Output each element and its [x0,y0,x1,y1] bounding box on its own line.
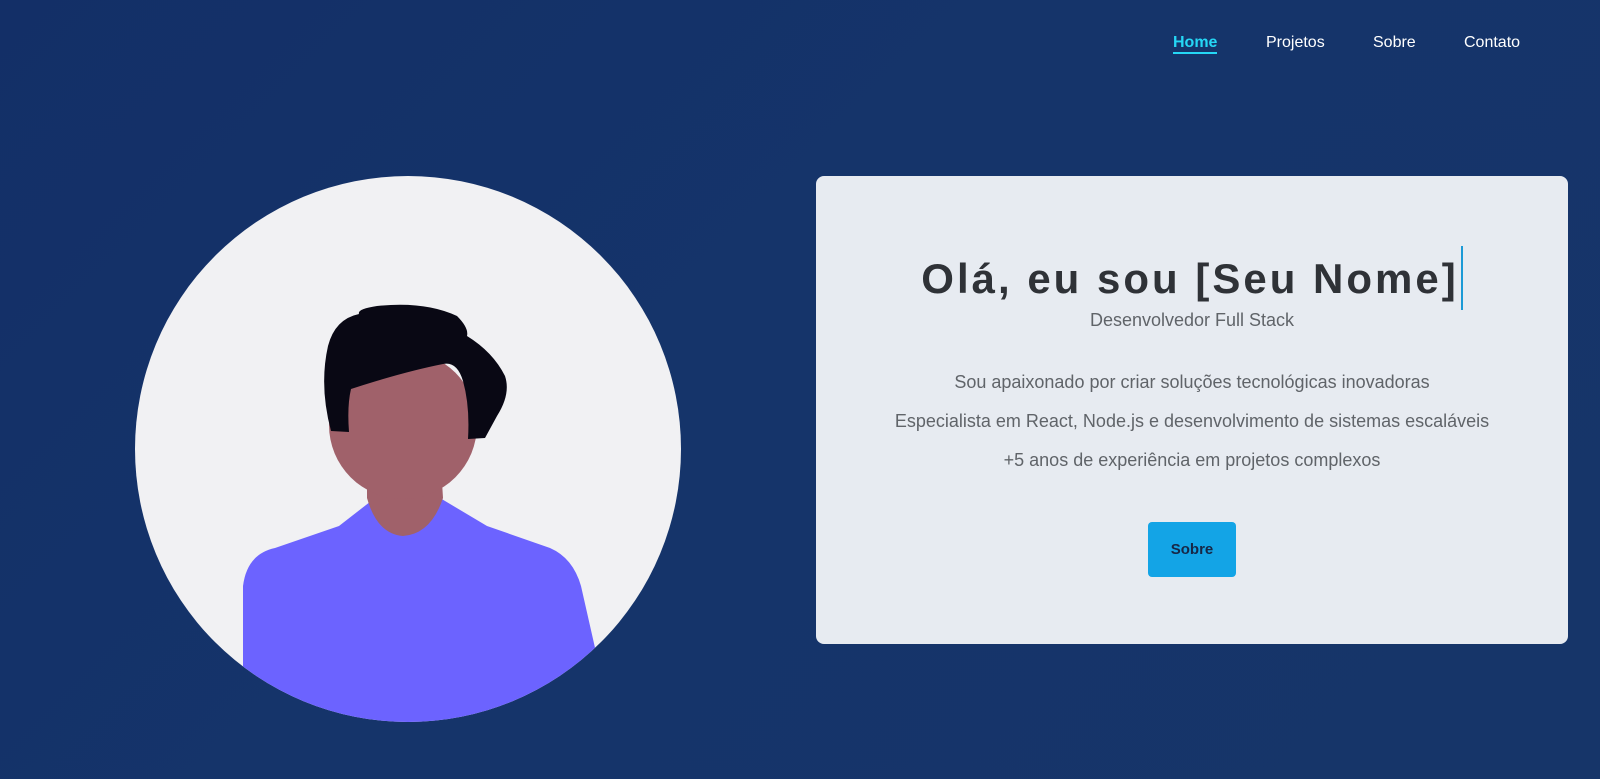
sobre-button[interactable]: Sobre [1148,522,1236,577]
nav-link-home[interactable]: Home [1173,34,1218,54]
hero-title-text: Olá, eu sou [Seu Nome] [921,255,1459,303]
nav-link-contato[interactable]: Contato [1464,34,1520,52]
hero-description-list: Sou apaixonado por criar soluções tecnol… [816,371,1568,488]
hero-subtitle: Desenvolvedor Full Stack [1089,310,1295,330]
hero-description-line: Especialista em React, Node.js e desenvo… [894,411,1490,431]
typing-caret [1460,246,1463,310]
person-avatar-icon [135,176,681,722]
main-nav: Home Projetos Sobre Contato [0,30,1600,58]
nav-link-projetos[interactable]: Projetos [1266,34,1325,52]
hero-description-line: Sou apaixonado por criar soluções tecnol… [954,372,1430,392]
hero-card: Olá, eu sou [Seu Nome] Desenvolvedor Ful… [816,176,1568,644]
profile-avatar [135,176,681,722]
hero-title: Olá, eu sou [Seu Nome] [816,246,1568,314]
nav-link-sobre[interactable]: Sobre [1373,34,1416,52]
hero-description-line: +5 anos de experiência em projetos compl… [1003,450,1381,470]
